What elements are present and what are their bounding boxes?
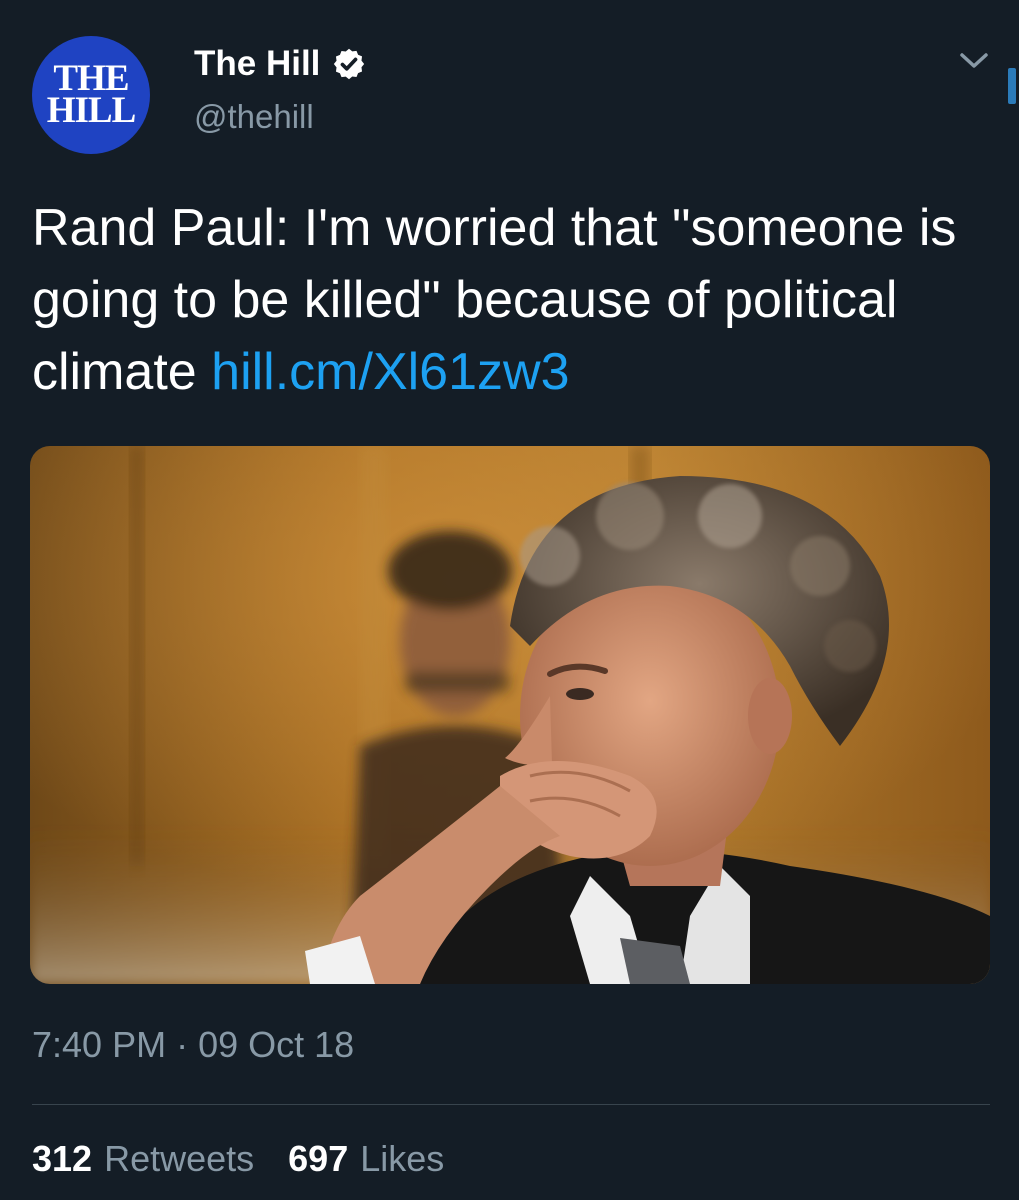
retweets-stat[interactable]: 312 Retweets [32, 1138, 254, 1180]
likes-label: Likes [360, 1138, 445, 1179]
tweet-time: 7:40 PM [32, 1024, 167, 1065]
tweet-timestamp[interactable]: 7:40 PM · 09 Oct 18 [32, 1024, 354, 1066]
tweet-link[interactable]: hill.cm/Xl61zw3 [211, 343, 569, 401]
author-handle[interactable]: @thehill [194, 98, 314, 136]
retweets-label: Retweets [104, 1138, 255, 1179]
tweet-date: 09 Oct 18 [198, 1024, 355, 1065]
verified-badge-icon [334, 48, 365, 80]
timestamp-separator: · [176, 1024, 189, 1065]
tweet-stats: 312 Retweets 697 Likes [32, 1138, 444, 1180]
tweet-detail: THE HILL The Hill @thehill Rand Paul: I'… [0, 0, 1019, 1200]
author-avatar[interactable]: THE HILL [32, 36, 150, 154]
retweets-count: 312 [32, 1138, 93, 1179]
likes-stat[interactable]: 697 Likes [288, 1138, 444, 1180]
tweet-photo[interactable] [30, 446, 990, 984]
avatar-logo-line-2: HILL [46, 90, 137, 131]
author-name-row[interactable]: The Hill [194, 40, 366, 88]
author-display-name[interactable]: The Hill [194, 44, 320, 84]
scroll-indicator [1008, 68, 1016, 104]
chevron-down-icon[interactable] [958, 50, 990, 72]
likes-count: 697 [288, 1138, 349, 1179]
divider [32, 1104, 990, 1105]
tweet-text: Rand Paul: I'm worried that "someone is … [32, 192, 992, 408]
